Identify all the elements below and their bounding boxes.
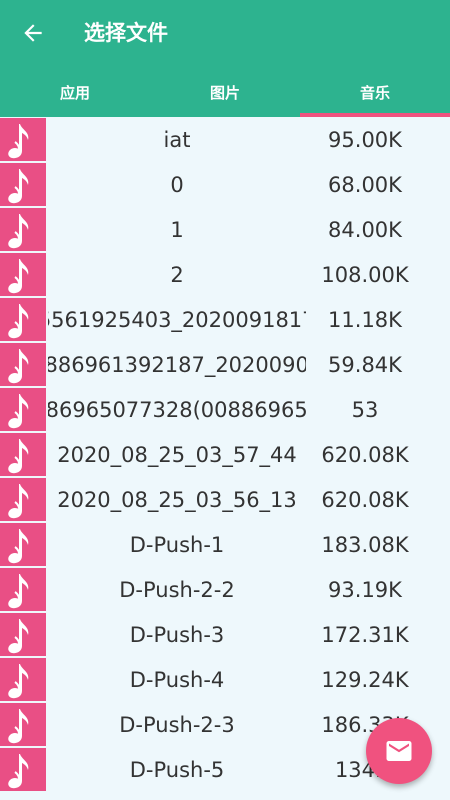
music-note-icon <box>8 349 29 384</box>
file-thumbnail <box>0 298 46 341</box>
tab-apps[interactable]: 应用 <box>0 68 150 117</box>
file-size: 95.00K <box>328 127 402 152</box>
music-note-icon <box>8 169 29 204</box>
tab-music[interactable]: 音乐 <box>300 68 450 117</box>
file-name: D-Push-2-2 <box>119 577 235 602</box>
tab-bar: 应用 图片 音乐 <box>0 68 450 117</box>
file-name: 0 <box>170 172 184 197</box>
file-name: D-Push-2-3 <box>119 712 235 737</box>
music-note-icon <box>8 259 29 294</box>
file-name: D-Push-4 <box>129 667 225 692</box>
music-note-icon <box>8 709 29 744</box>
music-note-icon <box>8 304 29 339</box>
music-note-icon <box>8 124 29 159</box>
music-note-icon <box>8 529 29 564</box>
file-size: 183.08K <box>321 532 409 557</box>
page-title: 选择文件 <box>84 21 168 45</box>
file-row[interactable]: 075561925403_20200918171‥ 11.18K <box>0 297 450 342</box>
file-name: D-Push-1 <box>129 532 225 557</box>
file-row[interactable]: 2020_08_25_03_57_44 620.08K <box>0 432 450 477</box>
file-size: 108.00K <box>321 262 409 287</box>
file-size: 59.84K <box>328 352 402 377</box>
file-size: 172.31K <box>321 622 409 647</box>
file-size: 84.00K <box>328 217 402 242</box>
file-size: 620.08K <box>321 487 409 512</box>
music-note-icon <box>8 439 29 474</box>
file-row[interactable]: 1 84.00K <box>0 207 450 252</box>
music-note-icon <box>8 394 29 429</box>
file-row[interactable]: D-Push-3 172.31K <box>0 612 450 657</box>
music-note-icon <box>8 619 29 654</box>
arrow-left-icon[interactable] <box>20 20 46 46</box>
file-thumbnail <box>0 163 46 206</box>
file-row[interactable]: 0 68.00K <box>0 162 450 207</box>
file-name: 00886965077328(0088696507‥ <box>48 397 306 422</box>
file-list[interactable]: iat 95.00K 0 68.00K 1 84.00K 2 108.00K 075561925… <box>0 117 450 800</box>
mail-fab-button[interactable] <box>366 718 432 784</box>
music-note-icon <box>8 214 29 249</box>
mail-icon <box>386 741 412 761</box>
file-row[interactable]: 2 108.00K <box>0 252 450 297</box>
music-note-icon <box>8 664 29 699</box>
file-name: D-Push-5 <box>129 757 225 782</box>
file-thumbnail <box>0 208 46 251</box>
file-size: 93.19K <box>328 577 402 602</box>
file-row[interactable]: D-Push-2-2 93.19K <box>0 567 450 612</box>
app-bar: 选择文件 应用 图片 音乐 <box>0 0 450 117</box>
file-name: D-Push-3 <box>129 622 225 647</box>
file-thumbnail <box>0 343 46 386</box>
file-row[interactable]: D-Push-4 129.24K <box>0 657 450 702</box>
file-thumbnail <box>0 253 46 296</box>
file-row[interactable]: D-Push-1 183.08K <box>0 522 450 567</box>
file-row[interactable]: 00886961392187_20200908‥ 59.84K <box>0 342 450 387</box>
file-thumbnail <box>0 478 46 521</box>
file-name: 2020_08_25_03_57_44 <box>57 442 297 467</box>
file-size: 68.00K <box>328 172 402 197</box>
file-thumbnail <box>0 568 46 611</box>
file-thumbnail <box>0 658 46 701</box>
file-name: 075561925403_20200918171‥ <box>48 307 306 332</box>
tab-images[interactable]: 图片 <box>150 68 300 117</box>
music-note-icon <box>8 484 29 519</box>
music-note-icon <box>8 574 29 609</box>
file-row[interactable]: iat 95.00K <box>0 117 450 162</box>
file-name: 1 <box>170 217 184 242</box>
file-name: 2 <box>170 262 184 287</box>
file-thumbnail <box>0 748 46 791</box>
file-name: 2020_08_25_03_56_13 <box>57 487 297 512</box>
file-thumbnail <box>0 703 46 746</box>
file-thumbnail <box>0 118 46 161</box>
file-size: 11.18K <box>328 307 402 332</box>
file-size: 620.08K <box>321 442 409 467</box>
file-size: 129.24K <box>321 667 409 692</box>
file-thumbnail <box>0 388 46 431</box>
music-note-icon <box>8 754 29 789</box>
file-thumbnail <box>0 523 46 566</box>
file-thumbnail <box>0 613 46 656</box>
file-size: 53 <box>351 397 379 422</box>
file-thumbnail <box>0 433 46 476</box>
file-row[interactable]: 00886965077328(0088696507‥ 53 <box>0 387 450 432</box>
file-name: 00886961392187_20200908‥ <box>48 352 306 377</box>
file-name: iat <box>163 127 191 152</box>
file-row[interactable]: 2020_08_25_03_56_13 620.08K <box>0 477 450 522</box>
